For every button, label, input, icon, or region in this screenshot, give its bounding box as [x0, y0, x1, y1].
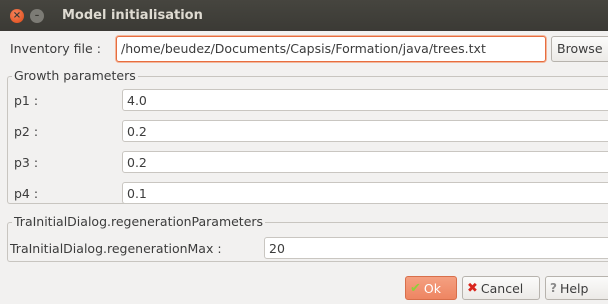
- inventory-file-input[interactable]: /home/beudez/Documents/Capsis/Formation/…: [116, 36, 546, 62]
- ok-button[interactable]: ✔ Ok: [405, 276, 457, 300]
- p3-label: p3 :: [14, 155, 39, 170]
- p2-input[interactable]: 0.2: [122, 120, 608, 142]
- help-book-icon: ?: [550, 281, 557, 295]
- minimize-icon[interactable]: –: [30, 9, 44, 23]
- cross-icon: ✖: [467, 280, 478, 296]
- help-button[interactable]: ? Help: [545, 276, 608, 300]
- title-bar: × – Model initialisation: [0, 0, 608, 31]
- p4-label: p4 :: [14, 186, 39, 201]
- p1-input[interactable]: 4.0: [122, 89, 608, 111]
- ok-button-label: Ok: [423, 280, 441, 296]
- help-button-label: Help: [559, 280, 589, 296]
- p2-label: p2 :: [14, 124, 39, 139]
- growth-parameters-title: Growth parameters: [12, 68, 138, 83]
- p1-label: p1 :: [14, 93, 39, 108]
- p4-input[interactable]: 0.1: [122, 182, 608, 204]
- p3-input[interactable]: 0.2: [122, 151, 608, 173]
- checkmark-icon: ✔: [410, 280, 421, 296]
- regeneration-max-label: TraInitialDialog.regenerationMax :: [10, 241, 222, 256]
- window-title: Model initialisation: [62, 8, 203, 23]
- cancel-button-label: Cancel: [480, 280, 524, 296]
- close-icon[interactable]: ×: [10, 9, 24, 23]
- regeneration-max-input[interactable]: 20: [264, 237, 608, 259]
- browse-button[interactable]: Browse: [551, 36, 608, 62]
- regeneration-parameters-title: TraInitialDialog.regenerationParameters: [12, 214, 266, 229]
- inventory-file-label: Inventory file :: [10, 41, 101, 56]
- cancel-button[interactable]: ✖ Cancel: [462, 276, 540, 300]
